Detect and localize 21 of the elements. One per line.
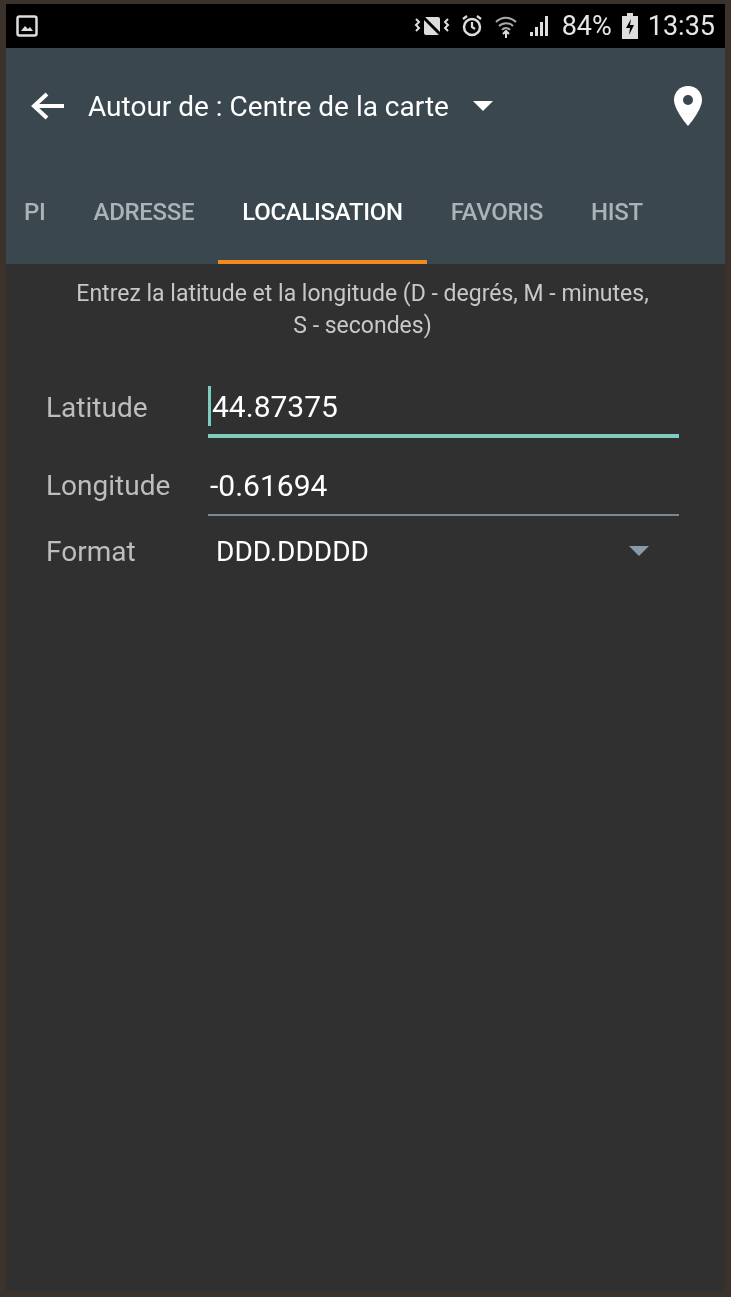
- tab[interactable]: LOCALISATION: [218, 164, 427, 264]
- tab[interactable]: PI: [8, 164, 70, 264]
- instructions-text: Entrez la latitude et la longitude (D - degrés, M - minutes, S - secondes): [75, 279, 650, 341]
- clock-time: 13:35: [647, 10, 715, 42]
- battery-charging-icon: [621, 13, 638, 39]
- battery-level: 84%: [561, 10, 612, 42]
- input-field[interactable]: -0.61694: [208, 456, 679, 516]
- vibrate-mute-icon: [413, 14, 450, 38]
- tab[interactable]: HIST: [567, 164, 667, 264]
- image-icon: [16, 15, 38, 37]
- caret-icon: [472, 101, 493, 111]
- field-label: Latitude: [46, 391, 149, 426]
- tab[interactable]: FAVORIS: [426, 164, 567, 264]
- tab[interactable]: ADRESSE: [69, 164, 219, 264]
- wifi-icon: [493, 14, 518, 38]
- caret-icon: [629, 546, 649, 556]
- back-button[interactable]: [30, 91, 66, 121]
- field-label: Format: [46, 534, 137, 568]
- map-pin-button[interactable]: [673, 86, 703, 126]
- format-dropdown[interactable]: DDD.DDDDD: [208, 534, 679, 568]
- field-label: Longitude: [46, 469, 172, 504]
